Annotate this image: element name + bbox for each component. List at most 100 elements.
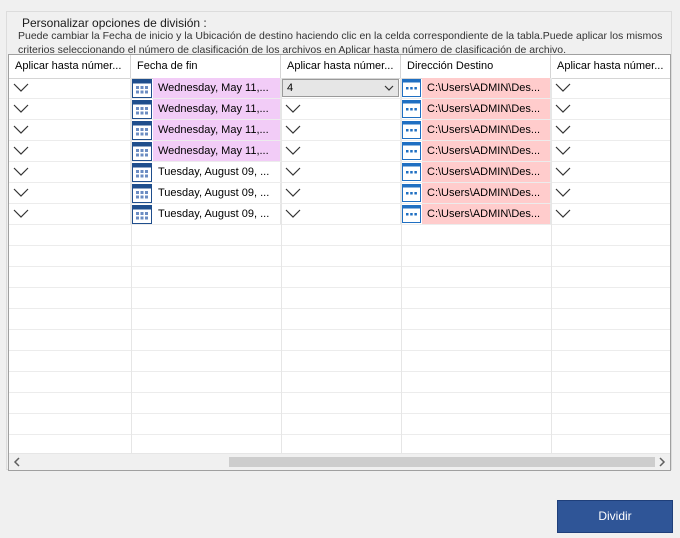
browse-folder-icon[interactable] <box>402 184 421 202</box>
arrow-right-icon[interactable] <box>658 457 666 467</box>
chevron-down-icon[interactable] <box>13 209 29 218</box>
end-date-cell[interactable]: Tuesday, August 09, ... <box>131 162 281 182</box>
chevron-down-icon[interactable] <box>285 104 301 113</box>
destination-cell[interactable]: C:\Users\ADMIN\Des... <box>401 141 551 161</box>
table-row: Wednesday, May 11,... C:\Users\ADMIN\Des.… <box>9 141 670 162</box>
chevron-down-icon[interactable] <box>285 188 301 197</box>
apply-until-cell[interactable] <box>9 99 131 119</box>
table-row: Wednesday, May 11,... C:\Users\ADMIN\Des.… <box>9 99 670 120</box>
empty-row <box>9 414 670 435</box>
chevron-down-icon[interactable] <box>285 146 301 155</box>
calendar-icon[interactable] <box>132 121 152 140</box>
apply-until-cell[interactable] <box>281 99 401 119</box>
end-date-text: Wednesday, May 11,... <box>153 120 280 140</box>
calendar-icon[interactable] <box>132 205 152 224</box>
empty-row <box>9 351 670 372</box>
horizontal-scrollbar[interactable] <box>9 453 670 470</box>
column-divider <box>401 78 402 454</box>
destination-cell[interactable]: C:\Users\ADMIN\Des... <box>401 162 551 182</box>
column-header-destination[interactable]: Dirección Destino <box>401 55 551 78</box>
empty-row <box>9 225 670 246</box>
chevron-down-icon[interactable] <box>555 209 571 218</box>
apply-until-cell[interactable]: 4 <box>281 78 401 98</box>
apply-until-cell[interactable] <box>551 204 670 224</box>
empty-row <box>9 267 670 288</box>
apply-until-cell[interactable] <box>281 141 401 161</box>
chevron-down-icon[interactable] <box>555 188 571 197</box>
column-header-apply-until-3[interactable]: Aplicar hasta númer... <box>551 55 670 78</box>
destination-text: C:\Users\ADMIN\Des... <box>422 204 550 224</box>
empty-row <box>9 309 670 330</box>
calendar-icon[interactable] <box>132 100 152 119</box>
chevron-down-icon[interactable] <box>555 83 571 92</box>
column-header-apply-until-2[interactable]: Aplicar hasta númer... <box>281 55 401 78</box>
apply-until-cell[interactable] <box>9 141 131 161</box>
arrow-left-icon[interactable] <box>13 457 21 467</box>
split-button[interactable]: Dividir <box>557 500 673 533</box>
end-date-text: Tuesday, August 09, ... <box>153 204 280 224</box>
empty-row <box>9 288 670 309</box>
end-date-cell[interactable]: Tuesday, August 09, ... <box>131 183 281 203</box>
chevron-down-icon[interactable] <box>13 104 29 113</box>
chevron-down-icon[interactable] <box>384 85 394 91</box>
table-row: Wednesday, May 11,... C:\Users\ADMIN\Des.… <box>9 120 670 141</box>
end-date-cell[interactable]: Wednesday, May 11,... <box>131 99 281 119</box>
apply-until-cell[interactable] <box>281 162 401 182</box>
chevron-down-icon[interactable] <box>285 125 301 134</box>
browse-folder-icon[interactable] <box>402 100 421 118</box>
apply-until-cell[interactable] <box>9 78 131 98</box>
end-date-cell[interactable]: Wednesday, May 11,... <box>131 78 281 98</box>
apply-until-select[interactable]: 4 <box>282 79 399 97</box>
destination-cell[interactable]: C:\Users\ADMIN\Des... <box>401 99 551 119</box>
chevron-down-icon[interactable] <box>13 125 29 134</box>
apply-until-cell[interactable] <box>9 120 131 140</box>
calendar-icon[interactable] <box>132 163 152 182</box>
end-date-cell[interactable]: Wednesday, May 11,... <box>131 120 281 140</box>
destination-cell[interactable]: C:\Users\ADMIN\Des... <box>401 183 551 203</box>
split-options-table: Aplicar hasta númer... Fecha de fin Apli… <box>8 54 671 471</box>
browse-folder-icon[interactable] <box>402 163 421 181</box>
chevron-down-icon[interactable] <box>555 125 571 134</box>
apply-until-value: 4 <box>287 82 294 94</box>
chevron-down-icon[interactable] <box>285 209 301 218</box>
apply-until-cell[interactable] <box>9 162 131 182</box>
chevron-down-icon[interactable] <box>13 167 29 176</box>
chevron-down-icon[interactable] <box>285 167 301 176</box>
destination-cell[interactable]: C:\Users\ADMIN\Des... <box>401 120 551 140</box>
calendar-icon[interactable] <box>132 184 152 203</box>
apply-until-cell[interactable] <box>281 183 401 203</box>
destination-text: C:\Users\ADMIN\Des... <box>422 78 550 98</box>
chevron-down-icon[interactable] <box>555 146 571 155</box>
apply-until-cell[interactable] <box>9 183 131 203</box>
apply-until-cell[interactable] <box>281 120 401 140</box>
chevron-down-icon[interactable] <box>13 188 29 197</box>
chevron-down-icon[interactable] <box>555 104 571 113</box>
chevron-down-icon[interactable] <box>13 146 29 155</box>
calendar-icon[interactable] <box>132 79 152 98</box>
scrollbar-thumb[interactable] <box>229 457 655 467</box>
apply-until-cell[interactable] <box>551 141 670 161</box>
end-date-text: Tuesday, August 09, ... <box>153 162 280 182</box>
destination-cell[interactable]: C:\Users\ADMIN\Des... <box>401 78 551 98</box>
apply-until-cell[interactable] <box>281 204 401 224</box>
table-row: Tuesday, August 09, ... C:\Users\ADMIN\De… <box>9 204 670 225</box>
apply-until-cell[interactable] <box>551 120 670 140</box>
apply-until-cell[interactable] <box>9 204 131 224</box>
column-header-end-date[interactable]: Fecha de fin <box>131 55 281 78</box>
browse-folder-icon[interactable] <box>402 121 421 139</box>
chevron-down-icon[interactable] <box>555 167 571 176</box>
calendar-icon[interactable] <box>132 142 152 161</box>
chevron-down-icon[interactable] <box>13 83 29 92</box>
browse-folder-icon[interactable] <box>402 142 421 160</box>
end-date-cell[interactable]: Tuesday, August 09, ... <box>131 204 281 224</box>
end-date-cell[interactable]: Wednesday, May 11,... <box>131 141 281 161</box>
destination-cell[interactable]: C:\Users\ADMIN\Des... <box>401 204 551 224</box>
group-description: Puede cambiar la Fecha de inicio y la Ub… <box>18 30 663 56</box>
browse-folder-icon[interactable] <box>402 79 421 97</box>
column-header-apply-until-1[interactable]: Aplicar hasta númer... <box>9 55 131 78</box>
apply-until-cell[interactable] <box>551 183 670 203</box>
apply-until-cell[interactable] <box>551 162 670 182</box>
apply-until-cell[interactable] <box>551 78 670 98</box>
apply-until-cell[interactable] <box>551 99 670 119</box>
browse-folder-icon[interactable] <box>402 205 421 223</box>
